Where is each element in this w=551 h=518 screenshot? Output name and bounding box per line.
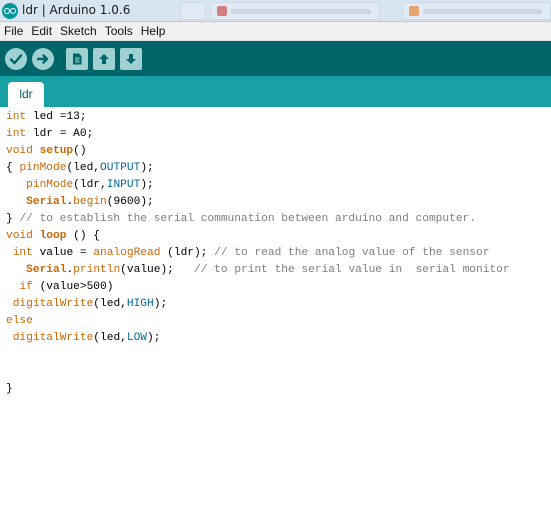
menu-bar: File Edit Sketch Tools Help xyxy=(0,22,551,41)
code-line: else xyxy=(6,315,33,327)
checkmark-icon xyxy=(9,54,23,65)
new-file-icon xyxy=(73,53,82,65)
background-window-tab[interactable] xyxy=(180,2,206,20)
arrow-down-icon xyxy=(126,54,136,64)
code-line: if (value>500) xyxy=(19,281,114,293)
code-line: pinMode(ldr,INPUT); xyxy=(26,179,154,191)
code-line: void loop () { xyxy=(6,230,101,242)
arrow-up-icon xyxy=(99,54,109,64)
menu-tools[interactable]: Tools xyxy=(105,24,133,38)
background-window-tab[interactable] xyxy=(402,2,551,20)
menu-help[interactable]: Help xyxy=(141,24,166,38)
window-titlebar: ldr | Arduino 1.0.6 xyxy=(0,0,551,22)
menu-edit[interactable]: Edit xyxy=(31,24,52,38)
verify-button[interactable] xyxy=(5,48,27,70)
tab-ldr[interactable]: ldr xyxy=(8,82,44,107)
code-line: digitalWrite(led,HIGH); xyxy=(12,298,168,310)
blogger-favicon-icon xyxy=(409,6,419,16)
toolbar xyxy=(0,41,551,76)
open-button[interactable] xyxy=(93,48,115,70)
upload-button[interactable] xyxy=(32,48,54,70)
code-line: int ldr = A0; xyxy=(6,128,94,140)
window-title: ldr | Arduino 1.0.6 xyxy=(22,3,131,17)
menu-file[interactable]: File xyxy=(4,24,23,38)
code-line: int led =13; xyxy=(6,111,87,123)
background-window-tab[interactable] xyxy=(210,2,380,20)
arduino-logo-icon xyxy=(2,3,18,19)
code-line: { pinMode(led,OUTPUT); xyxy=(6,162,154,174)
code-line: int value = analogRead (ldr); // to read… xyxy=(12,247,490,259)
code-line: } // to establish the serial communation… xyxy=(6,213,476,225)
code-text: int led =13; int ldr = A0; void setup() … xyxy=(6,109,510,398)
save-button[interactable] xyxy=(120,48,142,70)
code-line: void setup() xyxy=(6,145,87,157)
sketch-tab-bar: ldr xyxy=(0,76,551,107)
code-editor[interactable]: int led =13; int ldr = A0; void setup() … xyxy=(0,107,551,518)
new-button[interactable] xyxy=(66,48,88,70)
code-line: Serial.println(value); // to print the s… xyxy=(26,264,510,276)
browser-favicon-icon xyxy=(217,6,227,16)
arrow-right-icon xyxy=(36,54,49,64)
menu-sketch[interactable]: Sketch xyxy=(60,24,97,38)
code-line: digitalWrite(led,LOW); xyxy=(12,332,161,344)
code-line: Serial.begin(9600); xyxy=(26,196,154,208)
code-line: } xyxy=(6,383,13,395)
